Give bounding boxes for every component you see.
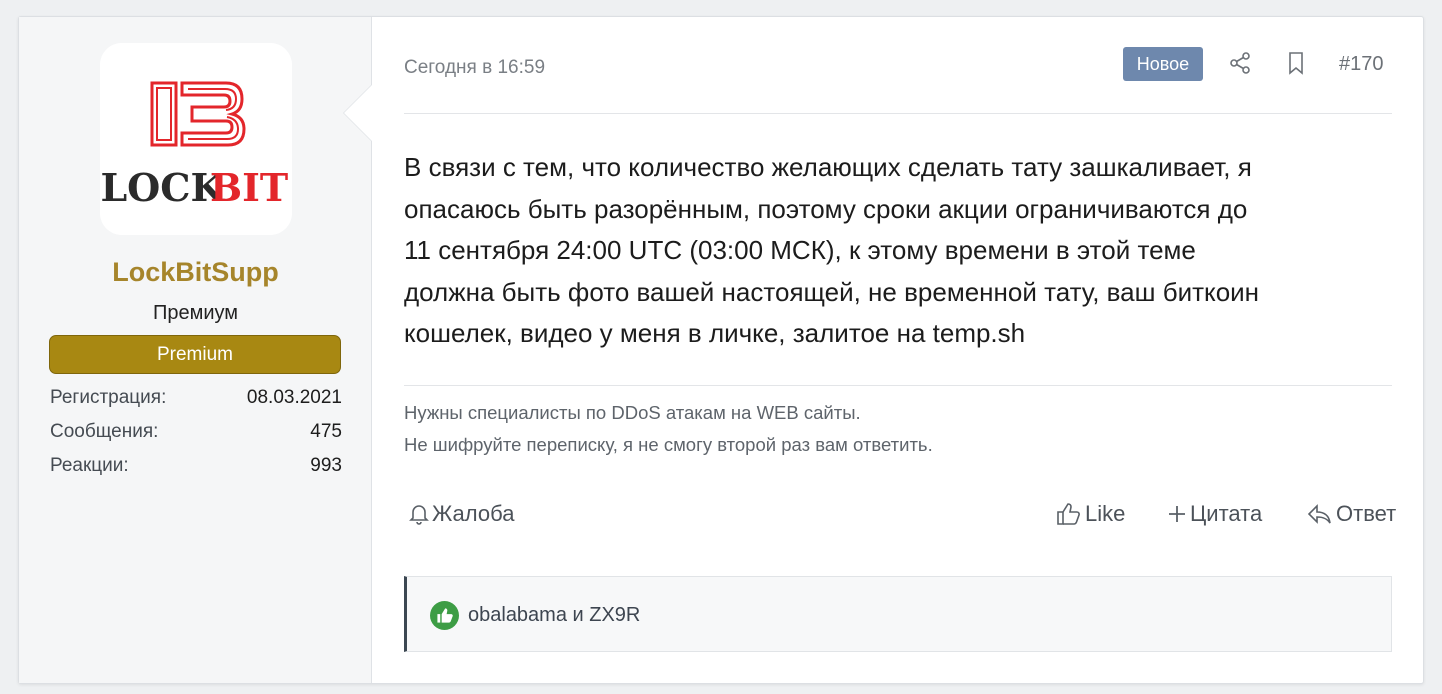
reply-button[interactable]: Ответ bbox=[1307, 501, 1396, 527]
premium-banner: Premium bbox=[49, 335, 341, 374]
reactions-bar: obalabama и ZX9R bbox=[404, 576, 1392, 652]
post-header: Сегодня в 16:59 Новое #170 bbox=[404, 47, 1392, 87]
stat-registration: Регистрация: 08.03.2021 bbox=[50, 385, 342, 419]
plus-icon bbox=[1169, 506, 1185, 522]
stat-messages: Сообщения: 475 bbox=[50, 419, 342, 453]
lockbit-logo: LOCK BIT bbox=[100, 43, 292, 235]
signature-divider bbox=[404, 385, 1392, 386]
reply-arrow-icon bbox=[1307, 504, 1331, 524]
stat-label: Регистрация: bbox=[50, 387, 167, 408]
message-line: В связи с тем, что количество желающих с… bbox=[404, 152, 1252, 182]
username[interactable]: LockBitSupp bbox=[19, 257, 372, 288]
stat-label: Реакции: bbox=[50, 455, 129, 476]
logo-lock-text: LOCK bbox=[100, 165, 225, 210]
message-line: опасаюсь быть разорённым, поэтому сроки … bbox=[404, 193, 1248, 224]
message-line: кошелек, видео у меня в личке, залитое н… bbox=[404, 318, 1026, 348]
share-icon[interactable] bbox=[1228, 51, 1252, 80]
reply-label: Ответ bbox=[1336, 501, 1397, 526]
message-line: должна быть фото вашей настоящей, не вре… bbox=[404, 276, 1260, 307]
logo-bit-text: BIT bbox=[210, 165, 288, 210]
bookmark-icon[interactable] bbox=[1285, 51, 1307, 80]
stat-label: Сообщения: bbox=[50, 421, 159, 442]
like-label: Like bbox=[1085, 501, 1126, 526]
avatar[interactable]: LOCK BIT bbox=[100, 43, 292, 235]
thumbs-up-icon bbox=[1057, 503, 1080, 525]
forum-post: LOCK BIT LockBitSupp Премиум Premium Рег… bbox=[18, 16, 1424, 684]
stat-value: 993 bbox=[310, 455, 342, 476]
signature-line: Не шифруйте переписку, я не смогу второй… bbox=[404, 434, 933, 455]
user-signature: Нужны специалисты по DDoS атакам на WEB … bbox=[404, 397, 1392, 461]
post-number[interactable]: #170 bbox=[1339, 53, 1384, 76]
bell-icon bbox=[409, 505, 429, 525]
signature-line: Нужны специалисты по DDoS атакам на WEB … bbox=[404, 402, 861, 423]
message-line: 11 сентября 24:00 UTC (03:00 МСК), к это… bbox=[404, 235, 1196, 265]
bubble-arrow bbox=[344, 85, 372, 141]
new-badge: Новое bbox=[1123, 47, 1203, 81]
quote-label: Цитата bbox=[1190, 501, 1263, 526]
user-title: Премиум bbox=[152, 302, 239, 324]
stat-value: 475 bbox=[310, 421, 342, 442]
stat-reactions: Реакции: 993 bbox=[50, 453, 342, 487]
like-button[interactable]: Like bbox=[1056, 501, 1125, 527]
post-actions: Жалоба Like Цитата Ответ bbox=[404, 501, 1396, 537]
report-button[interactable]: Жалоба bbox=[409, 501, 514, 527]
report-label: Жалоба bbox=[432, 501, 515, 526]
like-reaction-icon bbox=[430, 601, 459, 630]
reaction-users[interactable]: obalabama и ZX9R bbox=[468, 604, 640, 627]
header-divider bbox=[404, 113, 1392, 114]
quote-button[interactable]: Цитата bbox=[1167, 501, 1262, 527]
user-stats: Регистрация: 08.03.2021 Сообщения: 475 Р… bbox=[50, 385, 342, 487]
stat-value: 08.03.2021 bbox=[246, 387, 342, 408]
post-message: В связи с тем, что количество желающих с… bbox=[404, 147, 1394, 355]
post-date[interactable]: Сегодня в 16:59 bbox=[404, 57, 545, 79]
user-info-panel: LOCK BIT LockBitSupp Премиум Premium Рег… bbox=[19, 17, 372, 683]
post-main: Сегодня в 16:59 Новое #170 В связи с тем… bbox=[404, 17, 1396, 683]
